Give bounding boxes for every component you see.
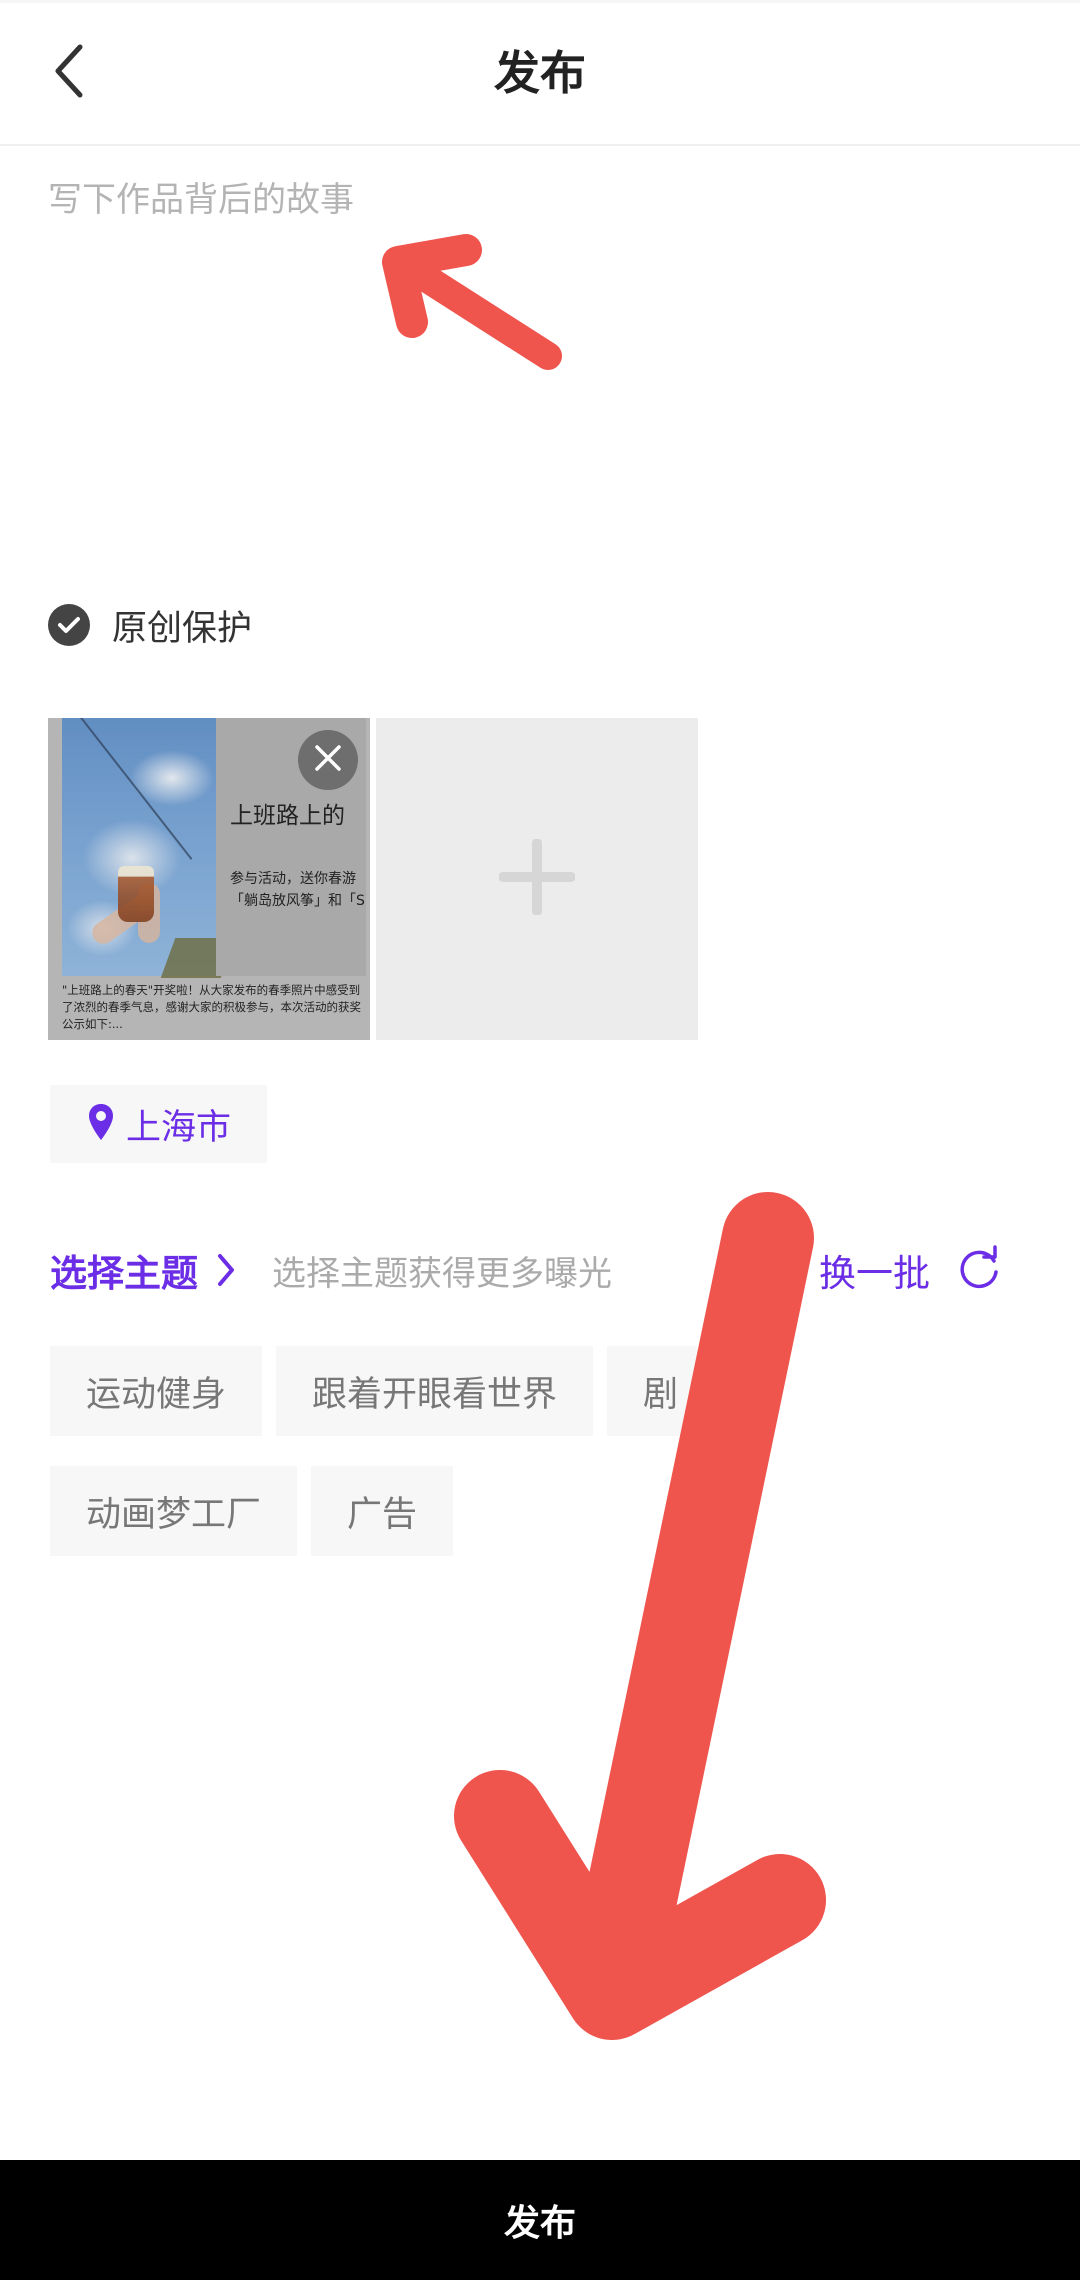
thumbnail-subtext-line: 「躺岛放风筝」和「See xyxy=(230,893,364,909)
publish-label: 发布 xyxy=(503,2203,576,2244)
status-strip xyxy=(0,0,1080,3)
remove-media-button[interactable] xyxy=(298,730,358,790)
add-media-button[interactable] xyxy=(376,718,698,1040)
chevron-right-icon[interactable] xyxy=(216,1252,236,1288)
top-bar: 发布 xyxy=(0,0,1080,146)
topic-tags: 运动健身 跟着开眼看世界 剧 动画梦工厂 广告 xyxy=(50,1346,1050,1586)
refresh-topics-label: 换一批 xyxy=(819,1252,930,1295)
media-row: 上班路上的 参与活动，送你春游 「躺岛放风筝」和「See "上班路上的春天"开奖… xyxy=(48,718,698,1040)
topic-tag[interactable]: 动画梦工厂 xyxy=(50,1466,298,1556)
refresh-topics-button[interactable]: 换一批 xyxy=(819,1240,1002,1300)
page-title: 发布 xyxy=(494,46,586,100)
refresh-icon xyxy=(956,1245,1002,1295)
location-chip[interactable]: 上海市 xyxy=(50,1085,268,1163)
thumbnail-heading: 上班路上的 xyxy=(230,803,345,829)
location-label: 上海市 xyxy=(126,1107,232,1148)
topic-tag[interactable]: 运动健身 xyxy=(50,1346,263,1436)
thumbnail-subtext: 参与活动，送你春游 「躺岛放风筝」和「See xyxy=(230,868,364,912)
topic-tag-row: 运动健身 跟着开眼看世界 剧 xyxy=(50,1346,1050,1436)
map-pin-icon xyxy=(88,1103,114,1145)
topic-tag-row: 动画梦工厂 广告 xyxy=(50,1466,1050,1556)
topic-hint: 选择主题获得更多曝光 xyxy=(272,1253,612,1294)
topic-section-header: 选择主题 选择主题获得更多曝光 换一批 xyxy=(50,1240,1030,1300)
media-thumbnail[interactable]: 上班路上的 参与活动，送你春游 「躺岛放风筝」和「See "上班路上的春天"开奖… xyxy=(48,718,370,1040)
photo-glass xyxy=(118,866,154,922)
topic-tag[interactable]: 剧 xyxy=(607,1346,698,1436)
thumbnail-subtext-line: 参与活动，送你春游 xyxy=(230,871,356,887)
topic-tag[interactable]: 跟着开眼看世界 xyxy=(276,1346,594,1436)
thumbnail-caption: "上班路上的春天"开奖啦！从大家发布的春季照片中感受到了浓烈的春季气息，感谢大家… xyxy=(62,983,361,1031)
select-topic-link[interactable]: 选择主题 xyxy=(50,1243,198,1297)
topic-tag[interactable]: 广告 xyxy=(311,1466,454,1556)
story-input[interactable] xyxy=(48,170,1038,570)
close-icon xyxy=(313,743,343,777)
original-protection-label: 原创保护 xyxy=(112,608,253,649)
plus-icon xyxy=(498,838,576,919)
checkmark-icon xyxy=(48,604,90,646)
publish-button[interactable]: 发布 xyxy=(0,2160,1080,2280)
original-protection-toggle[interactable]: 原创保护 xyxy=(48,600,252,650)
